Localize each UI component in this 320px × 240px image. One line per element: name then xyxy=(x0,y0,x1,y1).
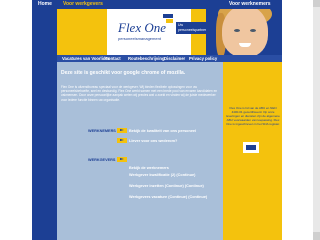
abu-logo-icon[interactable] xyxy=(243,142,259,153)
section-label-werkgevers: WERKGEVERS xyxy=(88,158,116,162)
arrow-icon xyxy=(117,157,127,162)
menu-item-contact[interactable]: Contact xyxy=(105,56,121,61)
section-label-werknemers: WERKNEMERS xyxy=(88,129,116,133)
link-inzetten[interactable]: Werkgever inzetten (Continue) (Continue) xyxy=(129,184,209,190)
logo-subtitle: personeelsmanagement xyxy=(118,36,161,41)
menu-item-disclaimer[interactable]: Disclaimer xyxy=(164,56,185,61)
header-yellow-left xyxy=(57,9,107,55)
link-kwaliteit[interactable]: Bekijk de kwaliteit van ons personeel xyxy=(129,129,196,133)
browser-notice: Deze site is geschikt voor google chrome… xyxy=(61,70,186,76)
link-vacature[interactable]: Werkgevers vacature (Continue) (Continue… xyxy=(129,195,209,201)
link-wederom[interactable]: Liever voor ons wederom? xyxy=(129,139,177,143)
nav-werknemers-link[interactable]: Voor werknemers xyxy=(229,1,271,7)
nav-werkgevers-link[interactable]: Voor werkgevers xyxy=(63,1,103,7)
scrollbar-track[interactable] xyxy=(313,0,320,240)
left-bar xyxy=(32,0,57,240)
certification-text: Flex One is lid van de ABU en NEN 4400-0… xyxy=(226,106,280,126)
tagline: Uw personeelspartner xyxy=(178,23,207,32)
nav-home-link[interactable]: Home xyxy=(38,1,52,7)
logo-name[interactable]: Flex One xyxy=(118,20,166,36)
photo-eye-right xyxy=(250,29,256,32)
arrow-icon xyxy=(117,128,127,133)
menu-item-vacatures[interactable]: Vacatures van Voorliden xyxy=(62,56,110,61)
link-kwalificatie[interactable]: Werkgever kwalificatie (2) (Continue) xyxy=(129,173,209,179)
scroll-up-button[interactable] xyxy=(313,0,320,7)
photo-face xyxy=(222,9,268,55)
header-photo xyxy=(206,9,282,55)
link-werknemers-bekijken[interactable]: Bekijk de werknemers xyxy=(129,166,169,170)
logo-mark-icon xyxy=(163,14,173,24)
intro-text: Flex One is uitzendbureau speciaal voor … xyxy=(61,85,218,102)
scroll-down-button[interactable] xyxy=(313,232,320,240)
photo-eye-left xyxy=(234,29,240,32)
arrow-icon xyxy=(117,138,127,143)
menu-item-routebeschrijving[interactable]: Routebeschrijving xyxy=(128,56,165,61)
menu-item-privacy[interactable]: Privacy policy xyxy=(189,56,217,61)
